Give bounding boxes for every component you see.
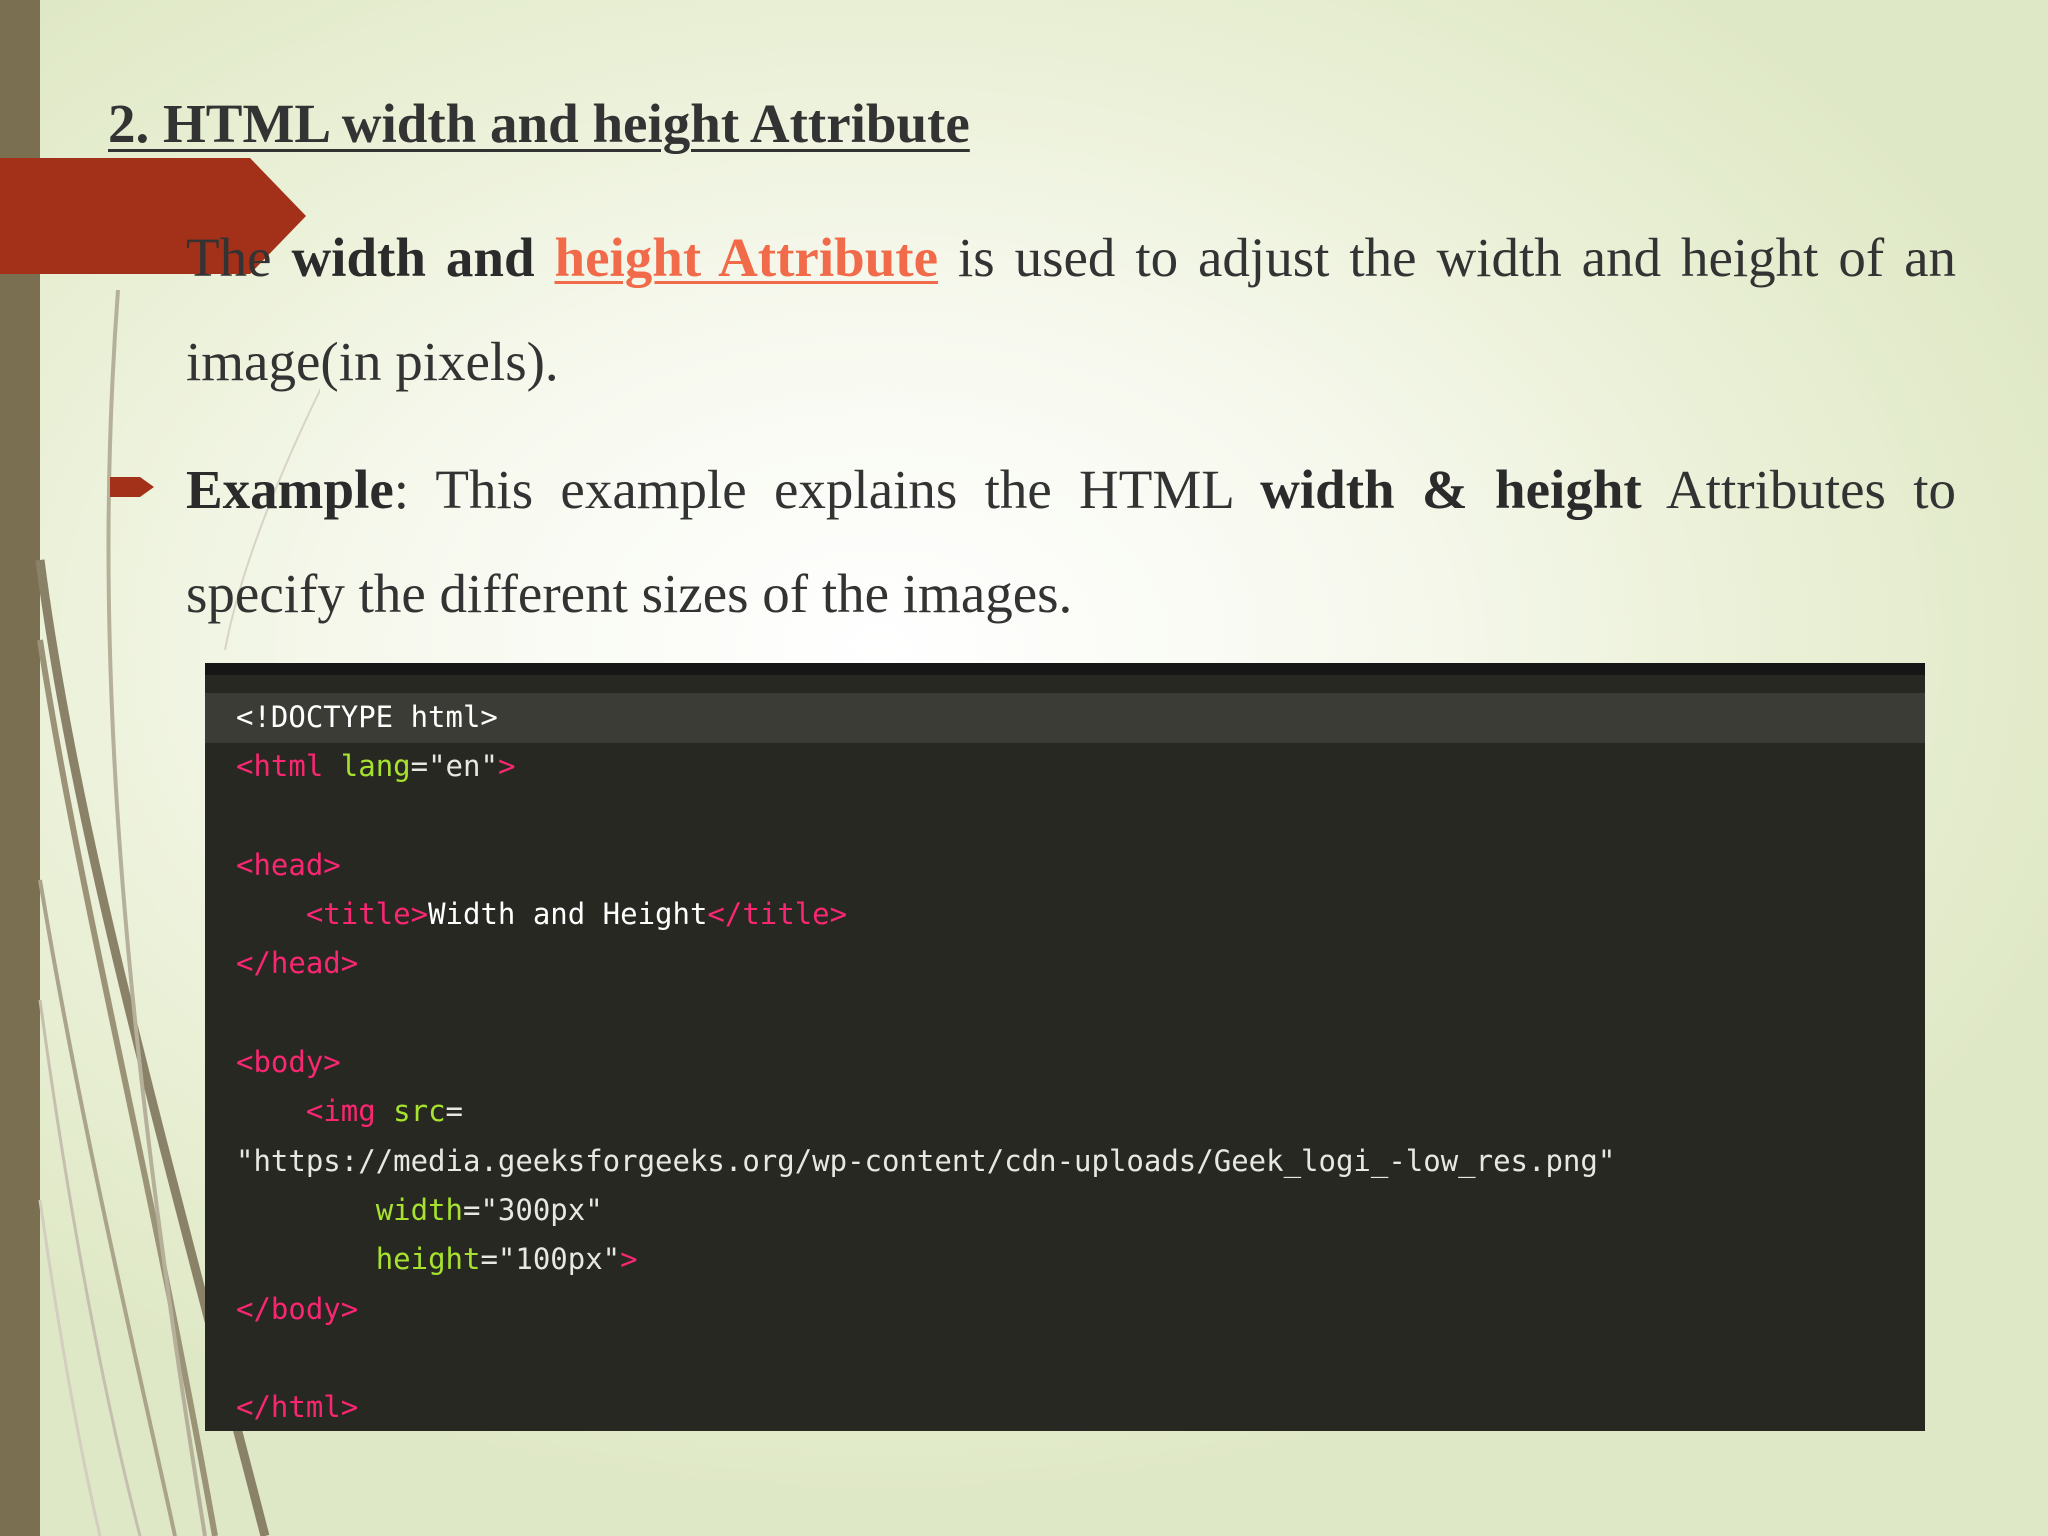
code-height-attr: height	[375, 1242, 481, 1277]
example-text-before: This example explains the HTML	[435, 459, 1233, 520]
arrow-bullet-icon	[110, 477, 154, 497]
code-src-url: "https://media.geeksforgeeks.org/wp-cont…	[236, 1143, 1616, 1178]
code-title-close: </title>	[707, 897, 848, 932]
example-paragraph: Example: This example explains the HTML …	[186, 438, 1956, 646]
code-html-tag: <html	[236, 749, 324, 784]
code-eq: =	[480, 1242, 498, 1277]
code-head-close: </head>	[236, 946, 359, 981]
example-amp: &	[1421, 459, 1468, 520]
code-eq: =	[410, 749, 429, 784]
code-width-value: "300px"	[480, 1192, 603, 1227]
example-bold-height: height	[1495, 459, 1642, 520]
example-colon: :	[393, 459, 410, 520]
code-body-open: <body>	[236, 1045, 341, 1080]
code-lang-attr: lang	[340, 749, 411, 784]
slide-title: 2. HTML width and height Attribute	[108, 93, 970, 154]
code-title-open: <title>	[305, 897, 429, 932]
example-label: Example	[186, 459, 394, 520]
code-img-close-bracket: >	[620, 1242, 638, 1277]
code-eq: =	[445, 1094, 464, 1129]
code-img-tag: <img	[305, 1094, 376, 1129]
intro-word-the: The	[186, 227, 272, 288]
code-src-attr: src	[393, 1094, 446, 1129]
code-html-close-bracket: >	[497, 749, 516, 784]
code-lang-value: "en"	[428, 749, 498, 784]
code-head-open: <head>	[236, 847, 341, 882]
code-body-close: </body>	[236, 1291, 359, 1326]
code-html-close: </html>	[236, 1390, 359, 1425]
code-width-attr: width	[375, 1192, 463, 1227]
code-line-1: <!DOCTYPE html>	[236, 700, 498, 734]
intro-bold-text: width and	[291, 227, 535, 288]
intro-paragraph: The width and height Attribute is used t…	[186, 206, 1956, 414]
code-eq: =	[463, 1192, 481, 1227]
code-title-text: Width and Height	[428, 897, 708, 932]
code-block: <!DOCTYPE html> <html lang="en"> <head> …	[205, 663, 1925, 1431]
code-height-value: "100px"	[497, 1242, 621, 1277]
height-attribute-link[interactable]: height Attribute	[555, 227, 939, 288]
code-content: <!DOCTYPE html> <html lang="en"> <head> …	[236, 693, 1615, 1432]
example-bold-width: width	[1260, 459, 1395, 520]
